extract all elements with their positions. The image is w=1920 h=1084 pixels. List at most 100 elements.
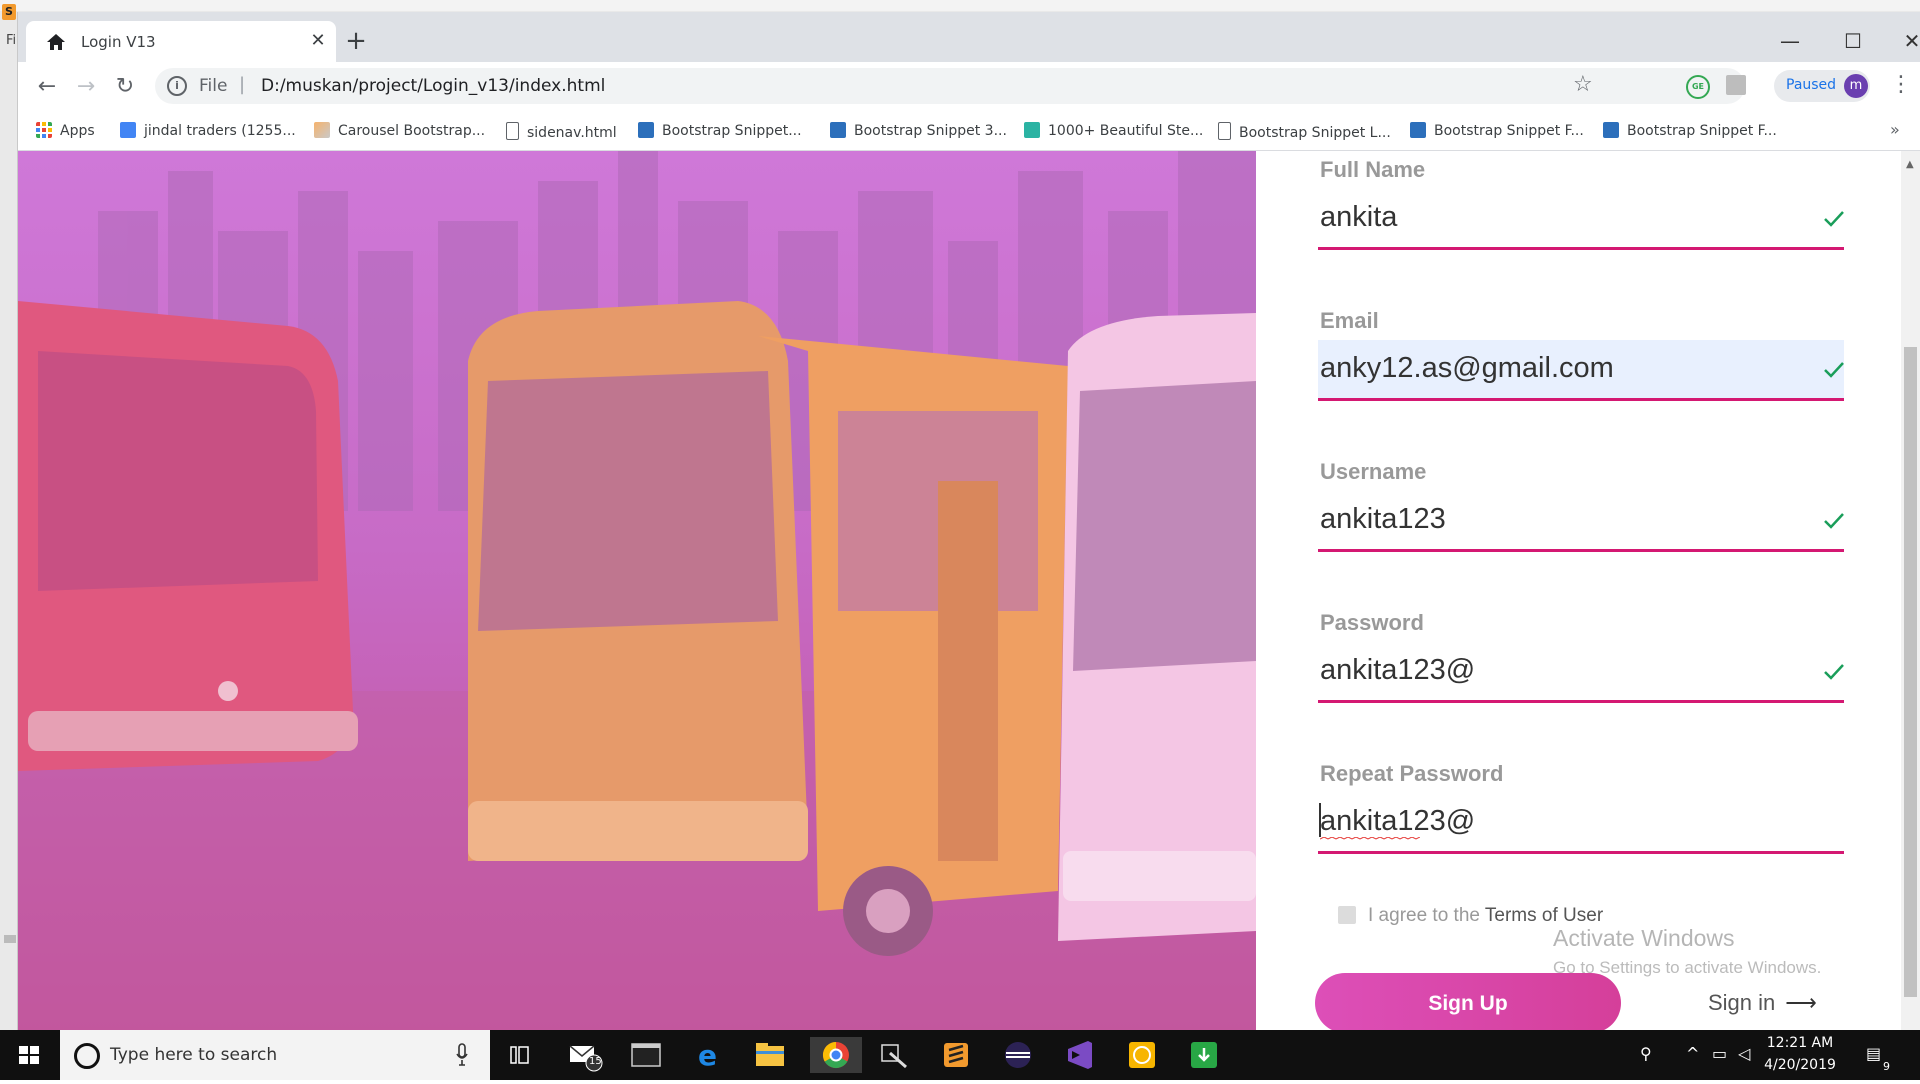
bookmark-carousel-bootstrap[interactable]: Carousel Bootstrap...: [314, 122, 485, 142]
browser-menu-icon[interactable]: ⋮: [1890, 72, 1912, 97]
cortana-icon: [74, 1043, 100, 1069]
bookmark-label: jindal traders (1255...: [144, 123, 296, 139]
home-icon: [47, 34, 65, 50]
password-value: ankita123@: [1320, 654, 1476, 686]
profile-button[interactable]: Paused m: [1774, 70, 1870, 102]
doc-blue-icon: [120, 122, 136, 138]
bus-skyline-illustration: [18, 151, 1256, 1030]
sign-in-label: Sign in: [1708, 990, 1776, 1015]
mail-icon[interactable]: 15: [562, 1037, 606, 1073]
tray-chevron-up-icon[interactable]: ^: [1686, 1044, 1699, 1063]
notification-count: 9: [1883, 1060, 1890, 1073]
sublime-text-icon[interactable]: [934, 1037, 978, 1073]
taskbar-search-placeholder: Type here to search: [110, 1045, 278, 1065]
bookmarks-overflow-icon[interactable]: »: [1890, 120, 1900, 139]
signup-form: Full Name ankita Email anky12.as@gmail.c…: [1256, 151, 1901, 1030]
page-viewport: Full Name ankita Email anky12.as@gmail.c…: [18, 151, 1901, 1030]
bookmark-bootstrap-snippet-5[interactable]: Bootstrap Snippet F...: [1603, 122, 1777, 142]
check-icon: [1824, 513, 1844, 529]
maximize-button[interactable]: ☐: [1833, 26, 1873, 56]
tab-close-icon[interactable]: ✕: [308, 31, 328, 51]
download-cloud-icon[interactable]: [1182, 1037, 1226, 1073]
background-app-menu: Fi: [6, 33, 17, 48]
spellcheck-underline: [1320, 837, 1420, 840]
page-icon: [1218, 122, 1231, 140]
back-arrow-icon[interactable]: ←: [34, 74, 60, 100]
check-icon: [1824, 362, 1844, 378]
address-bar[interactable]: i File | D:/muskan/project/Login_v13/ind…: [155, 68, 1745, 104]
sign-up-button[interactable]: Sign Up: [1315, 973, 1621, 1033]
browser-window: Login V13 ✕ + — ☐ ✕ ← → ↻ i File | D:/mu…: [18, 12, 1920, 1030]
page-scrollbar[interactable]: ▲: [1901, 151, 1920, 1030]
tools-icon[interactable]: [872, 1037, 916, 1073]
activate-windows-subtitle: Go to Settings to activate Windows.: [1553, 958, 1822, 977]
bookmark-bootstrap-snippet-1[interactable]: Bootstrap Snippet...: [638, 122, 802, 142]
sign-in-link[interactable]: Sign in ⟶: [1708, 990, 1817, 1016]
task-view-icon[interactable]: [498, 1037, 542, 1073]
bookmark-star-icon[interactable]: ☆: [1573, 72, 1593, 97]
bookmark-label: sidenav.html: [527, 125, 617, 141]
terminal-icon[interactable]: [624, 1037, 668, 1073]
notifications-icon[interactable]: ▤: [1866, 1044, 1881, 1063]
bookmarks-bar: Apps jindal traders (1255... Carousel Bo…: [18, 112, 1920, 151]
check-icon: [1824, 211, 1844, 227]
forward-arrow-icon[interactable]: →: [73, 74, 99, 100]
mail-badge: 15: [589, 1056, 602, 1067]
file-explorer-icon[interactable]: [748, 1037, 792, 1073]
scroll-up-icon[interactable]: ▲: [1906, 159, 1914, 170]
username-label: Username: [1320, 459, 1427, 484]
sync-paused-label: Paused: [1786, 77, 1837, 93]
email-field[interactable]: anky12.as@gmail.com: [1318, 340, 1844, 401]
hero-image: [18, 151, 1256, 1030]
bookmark-label: 1000+ Beautiful Ste...: [1048, 123, 1204, 139]
whatsapp-icon[interactable]: [1120, 1037, 1164, 1073]
new-tab-button[interactable]: +: [343, 28, 369, 55]
bookmark-label: Carousel Bootstrap...: [338, 123, 486, 139]
terms-link[interactable]: Terms of User: [1485, 905, 1603, 926]
username-field[interactable]: ankita123: [1318, 491, 1844, 552]
bookmark-apps[interactable]: Apps: [36, 122, 95, 142]
terms-checkbox[interactable]: [1338, 906, 1356, 924]
info-icon[interactable]: i: [167, 76, 187, 96]
tab-login-v13[interactable]: Login V13 ✕: [26, 21, 336, 62]
bookmark-bootstrap-snippet-2[interactable]: Bootstrap Snippet 3...: [830, 122, 1007, 142]
image-icon: [314, 122, 330, 138]
battery-icon[interactable]: ▭: [1712, 1044, 1727, 1063]
background-app-scroll: [4, 935, 16, 943]
bookmark-jindal-traders[interactable]: jindal traders (1255...: [120, 122, 296, 142]
bootsnipp-icon: [1410, 122, 1426, 138]
bookmark-bootstrap-snippet-3[interactable]: Bootstrap Snippet L...: [1218, 122, 1391, 142]
eclipse-icon[interactable]: [996, 1037, 1040, 1073]
activate-windows-title: Activate Windows: [1553, 925, 1735, 951]
sublime-app-icon: S: [2, 4, 16, 20]
taskbar-search[interactable]: Type here to search: [60, 1030, 490, 1080]
windows-logo-icon: [19, 1046, 39, 1064]
extension-gray-icon[interactable]: [1726, 75, 1746, 95]
reload-icon[interactable]: ↻: [112, 74, 138, 100]
bookmark-beautiful-steps[interactable]: 1000+ Beautiful Ste...: [1024, 122, 1203, 142]
email-value: anky12.as@gmail.com: [1320, 352, 1614, 384]
browser-toolbar: ← → ↻ i File | D:/muskan/project/Login_v…: [18, 62, 1920, 112]
terms-text: I agree to the Terms of User: [1368, 905, 1603, 927]
bookmark-sidenav[interactable]: sidenav.html: [506, 122, 617, 142]
microphone-icon[interactable]: [456, 1043, 468, 1067]
scroll-thumb[interactable]: [1904, 347, 1917, 997]
chrome-icon[interactable]: [810, 1037, 862, 1073]
full-name-field[interactable]: ankita: [1318, 189, 1844, 250]
apps-grid-icon: [36, 122, 52, 138]
visual-studio-icon[interactable]: [1058, 1037, 1102, 1073]
address-url[interactable]: D:/muskan/project/Login_v13/index.html: [261, 76, 605, 96]
password-field[interactable]: ankita123@: [1318, 642, 1844, 703]
start-button[interactable]: [0, 1030, 58, 1080]
repeat-password-field[interactable]: ankita123@: [1318, 793, 1844, 854]
volume-icon[interactable]: ◁: [1738, 1044, 1750, 1063]
extension-green-icon[interactable]: GE: [1686, 75, 1710, 99]
close-window-button[interactable]: ✕: [1892, 26, 1920, 56]
edge-browser-icon[interactable]: e: [686, 1037, 730, 1073]
clock-time[interactable]: 12:21 AM: [1755, 1035, 1845, 1051]
page-icon: [506, 122, 519, 140]
bookmark-bootstrap-snippet-4[interactable]: Bootstrap Snippet F...: [1410, 122, 1584, 142]
minimize-button[interactable]: —: [1770, 26, 1810, 56]
people-icon[interactable]: ⚲: [1640, 1044, 1652, 1063]
clock-date[interactable]: 4/20/2019: [1755, 1057, 1845, 1073]
